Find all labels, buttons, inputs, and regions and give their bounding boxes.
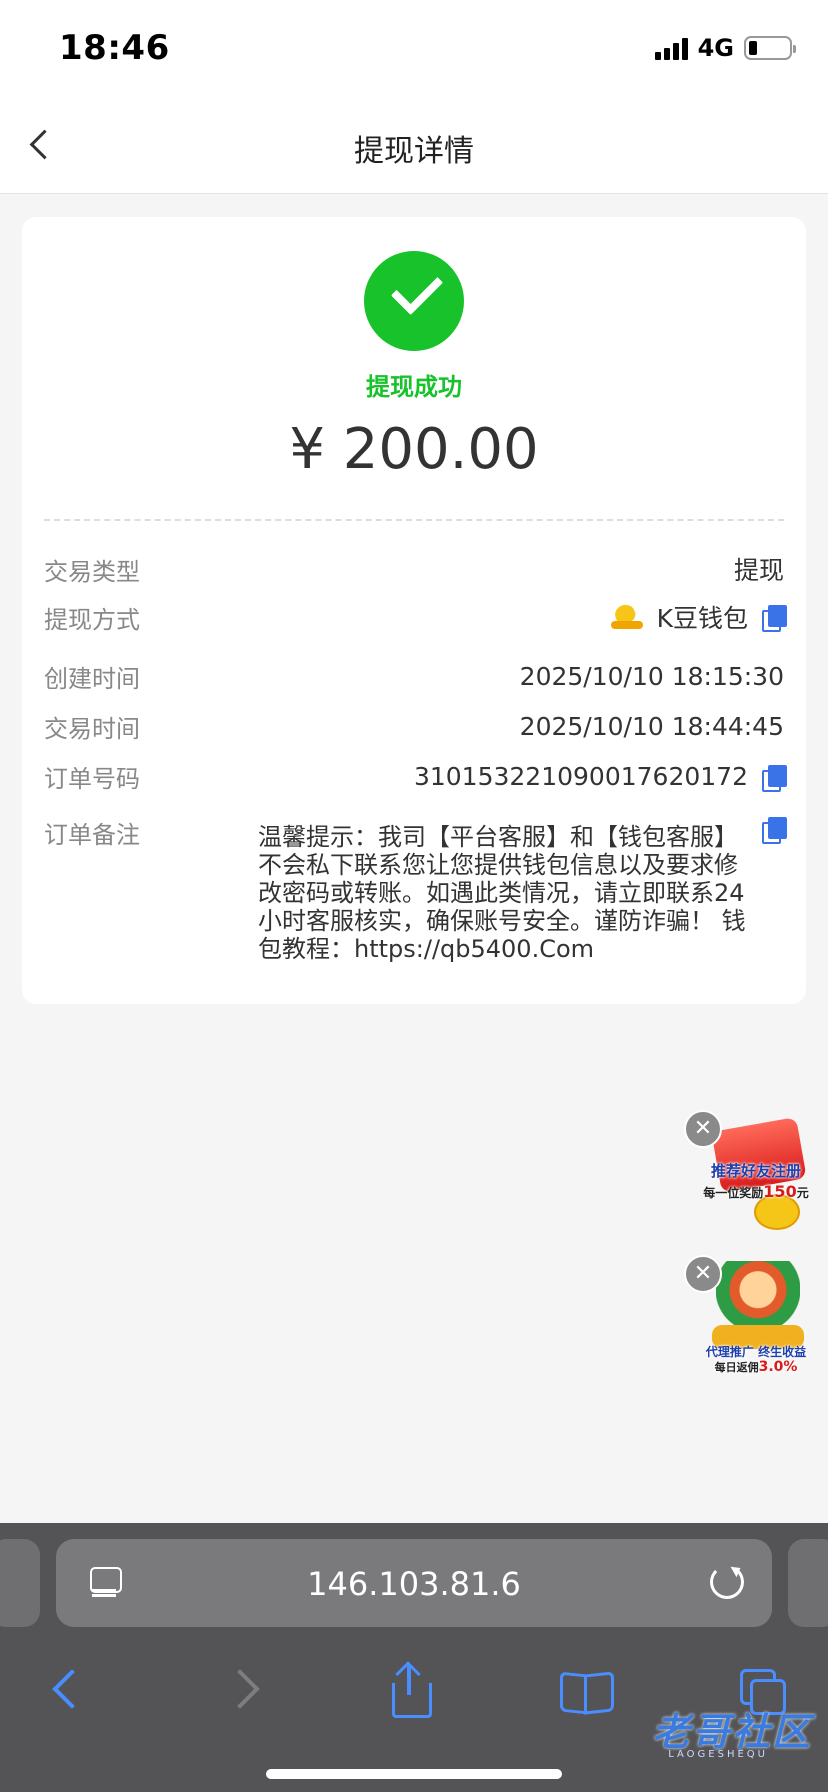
referral-promo-banner[interactable]: ✕ 推荐好友注册 每一位奖励150元 [684, 1110, 816, 1230]
close-icon[interactable]: ✕ [684, 1110, 722, 1148]
label: 订单号码 [44, 765, 140, 793]
divider [44, 519, 784, 521]
promo-title: 代理推广 终生收益 [705, 1345, 807, 1359]
close-icon[interactable]: ✕ [684, 1255, 722, 1293]
copy-icon[interactable] [762, 764, 787, 792]
copy-icon[interactable] [762, 817, 787, 844]
agent-promo-banner[interactable]: ✕ 代理推广 终生收益 每日返佣3.0% [684, 1255, 816, 1375]
value: 2025/10/10 18:44:45 [519, 712, 784, 741]
row-withdraw-method: 提现方式 K豆钱包 [44, 599, 787, 635]
value-group: K豆钱包 [610, 599, 787, 635]
amount: ¥ 200.00 [289, 417, 539, 482]
battery-icon [744, 36, 796, 60]
label: 订单备注 [44, 821, 140, 849]
label: 创建时间 [44, 665, 140, 693]
remark-text: 温馨提示：我司【平台客服】和【钱包客服】不会私下联系您让您提供钱包信息以及要求修… [258, 823, 746, 963]
status-bar: 18:46 4G [0, 0, 828, 96]
wallet-logo-icon [610, 603, 643, 631]
forward-icon[interactable] [216, 1663, 272, 1719]
label: 提现方式 [44, 605, 140, 634]
page-title: 提现详情 [354, 134, 474, 169]
copy-icon[interactable] [762, 605, 787, 632]
value: 3101532210900176201​72 [413, 762, 748, 791]
promo-subtitle: 每一位奖励150元 [703, 1182, 809, 1201]
row-order-number: 订单号码 3101532210900176201​72 [44, 759, 787, 794]
bookmarks-icon[interactable] [556, 1663, 612, 1719]
label: 交易类型 [44, 557, 140, 586]
value: 提现 [733, 556, 784, 585]
url-text[interactable]: 146.103.81.6 [56, 1565, 772, 1603]
home-indicator [266, 1769, 562, 1779]
withdraw-detail-card: 提现成功 ¥ 200.00 交易类型 提现 提现方式 K豆钱包 创建时间 202… [22, 217, 806, 1004]
browser-bottom-bar: 146.103.81.6 老哥社区 LAOGESHEQU [0, 1523, 828, 1792]
address-bar[interactable]: 146.103.81.6 [56, 1539, 772, 1627]
signal-icon [654, 36, 688, 60]
reload-icon[interactable] [710, 1565, 744, 1599]
status-indicators: 4G [654, 34, 796, 62]
promo-subtitle: 每日返佣3.0% [714, 1359, 798, 1375]
value: 2025/10/10 18:15:30 [519, 662, 784, 691]
watermark-logo: 老哥社区 [651, 1710, 812, 1754]
value-group: 3101532210900176201​72 [413, 762, 787, 792]
status-text: 提现成功 [366, 373, 462, 401]
promo-title: 推荐好友注册 [710, 1162, 801, 1180]
network-type: 4G [697, 34, 734, 62]
row-created-time: 创建时间 2025/10/10 18:15:30 [44, 659, 784, 694]
value: K豆钱包 [656, 604, 748, 633]
status-time: 18:46 [59, 28, 170, 68]
watermark-subtext: LAOGESHEQU [668, 1749, 768, 1760]
row-transaction-time: 交易时间 2025/10/10 18:44:45 [44, 709, 784, 744]
previous-tab-peek[interactable] [0, 1539, 40, 1627]
back-icon[interactable] [40, 1663, 96, 1719]
next-tab-peek[interactable] [788, 1539, 828, 1627]
check-icon [364, 251, 464, 351]
row-transaction-type: 交易类型 提现 [44, 551, 784, 587]
nav-header: 提现详情 [0, 96, 828, 194]
label: 交易时间 [44, 715, 140, 743]
share-icon[interactable] [382, 1661, 438, 1719]
